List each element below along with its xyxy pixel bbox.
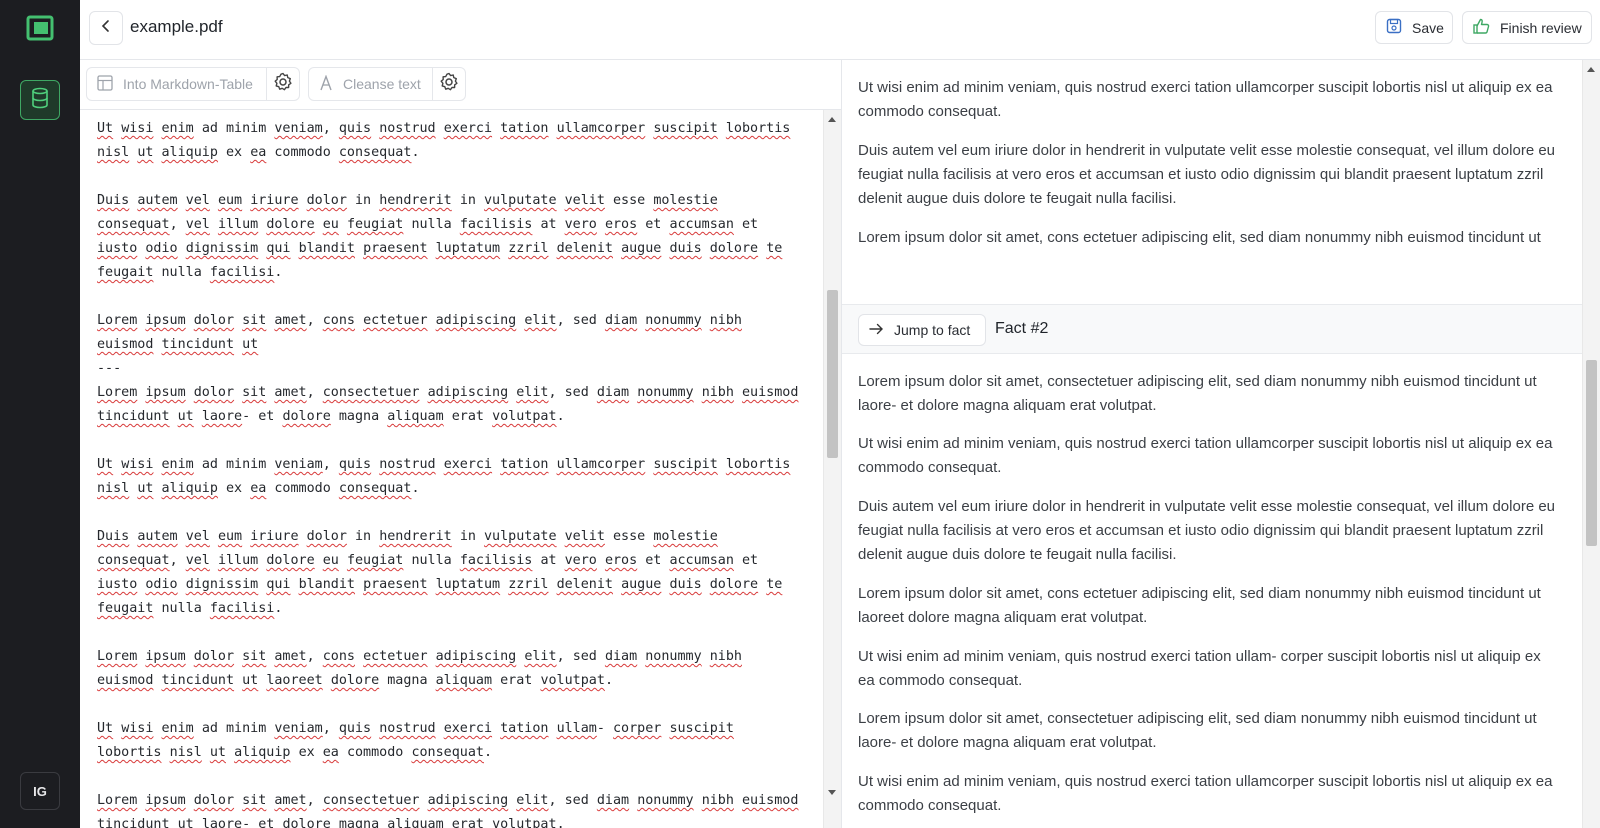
text-letter-icon — [319, 73, 333, 94]
scroll-down-icon[interactable] — [828, 790, 836, 795]
markdown-table-settings-button[interactable] — [267, 68, 299, 100]
square-logo-icon[interactable] — [26, 15, 54, 41]
editor-line: Ut wisi enim ad minim veniam, quis nostr… — [97, 121, 791, 160]
fact-paragraph: Ut wisi enim ad minim veniam, quis nostr… — [858, 435, 1553, 476]
scroll-up-icon[interactable] — [828, 117, 836, 122]
page-title: example.pdf — [130, 17, 223, 36]
preview-paragraph: Ut wisi enim ad minim veniam, quis nostr… — [858, 79, 1553, 120]
fact-title: Fact #2 — [995, 320, 1049, 337]
preview-scroll-thumb[interactable] — [1586, 360, 1597, 546]
avatar[interactable]: IG — [20, 772, 60, 810]
editor-line: Duis autem vel eum iriure dolor in hendr… — [97, 193, 783, 280]
fact-paragraph: Ut wisi enim ad minim veniam, quis nostr… — [858, 648, 1541, 689]
fact-paragraph: Lorem ipsum dolor sit amet, consectetuer… — [858, 710, 1537, 751]
preview-paragraph: Lorem ipsum dolor sit amet, cons ectetue… — [858, 229, 1541, 246]
editor-line: --- — [97, 361, 122, 376]
editor-line: Lorem ipsum dolor sit amet, consectetuer… — [97, 793, 799, 828]
preview-paragraph: Duis autem vel eum iriure dolor in hendr… — [858, 142, 1556, 207]
avatar-initials: IG — [33, 783, 47, 799]
save-icon — [1386, 18, 1402, 37]
jump-to-fact-button[interactable]: Jump to fact — [858, 314, 986, 346]
gear-icon — [439, 72, 459, 97]
into-markdown-table-label: Into Markdown-Table — [123, 76, 253, 92]
sidebar: IG — [0, 0, 80, 828]
editor-text[interactable]: Ut wisi enim ad minim veniam, quis nostr… — [97, 117, 802, 828]
gear-icon — [273, 72, 293, 97]
thumbs-up-icon — [1473, 18, 1490, 37]
cleanse-text-settings-button[interactable] — [433, 68, 465, 100]
finish-review-button[interactable]: Finish review — [1462, 11, 1592, 44]
markdown-table-group: Into Markdown-Table — [86, 67, 300, 101]
editor-toolbar: Into Markdown-Table Cleanse text — [80, 60, 841, 110]
finish-review-label: Finish review — [1500, 19, 1582, 36]
fact-paragraph: Duis autem vel eum iriure dolor in hendr… — [858, 498, 1556, 563]
arrow-right-icon — [869, 322, 884, 338]
editor-line: Lorem ipsum dolor sit amet, cons ectetue… — [97, 313, 742, 352]
editor-line: Ut wisi enim ad minim veniam, quis nostr… — [97, 721, 734, 760]
into-markdown-table-button[interactable]: Into Markdown-Table — [87, 68, 268, 100]
scroll-up-icon[interactable] — [1587, 67, 1595, 72]
table-icon — [97, 74, 113, 94]
chevron-left-icon — [100, 19, 112, 38]
fact-header: Jump to fact Fact #2 — [842, 304, 1582, 354]
sidebar-item-database[interactable] — [20, 80, 60, 120]
database-icon — [30, 87, 50, 114]
fact-paragraph: Lorem ipsum dolor sit amet, cons ectetue… — [858, 585, 1541, 626]
editor-scroll-thumb[interactable] — [827, 290, 838, 458]
app-root: IG example.pdf Save Finish review Into M… — [0, 0, 1600, 828]
editor-line: Duis autem vel eum iriure dolor in hendr… — [97, 529, 783, 616]
editor-line: Ut wisi enim ad minim veniam, quis nostr… — [97, 457, 791, 496]
preview-scrollbar[interactable] — [1582, 60, 1600, 828]
jump-to-fact-label: Jump to fact — [894, 322, 971, 338]
fact-paragraph: Lorem ipsum dolor sit amet, consectetuer… — [858, 373, 1537, 414]
preview-pane: Ut wisi enim ad minim veniam, quis nostr… — [842, 60, 1582, 828]
save-label: Save — [1412, 19, 1444, 36]
editor-line: Lorem ipsum dolor sit amet, consectetuer… — [97, 385, 799, 424]
markdown-editor[interactable]: Ut wisi enim ad minim veniam, quis nostr… — [80, 110, 824, 828]
cleanse-text-group: Cleanse text — [308, 67, 466, 101]
cleanse-text-label: Cleanse text — [343, 76, 421, 92]
cleanse-text-button[interactable]: Cleanse text — [309, 68, 434, 100]
back-button[interactable] — [89, 11, 123, 45]
header: example.pdf Save Finish review — [80, 0, 1600, 60]
save-button[interactable]: Save — [1375, 11, 1453, 44]
fact-paragraph: Ut wisi enim ad minim veniam, quis nostr… — [858, 773, 1553, 814]
editor-scrollbar[interactable] — [823, 110, 841, 828]
editor-line: Lorem ipsum dolor sit amet, cons ectetue… — [97, 649, 742, 688]
